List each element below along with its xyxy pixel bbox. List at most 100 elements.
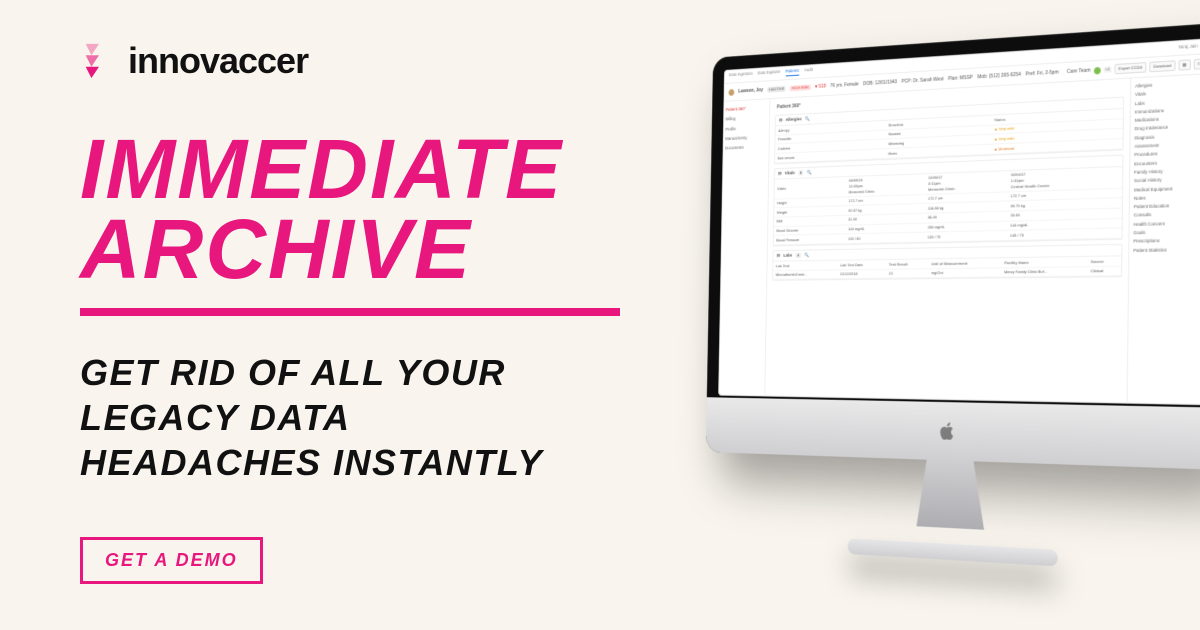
- imac-bezel: Data Ingestion Data Explorer Patients Au…: [706, 22, 1200, 470]
- right-nav-label: Family History: [1134, 169, 1163, 177]
- headline-underline: [80, 308, 620, 316]
- status-cell: ▲ Very mild: [991, 129, 1123, 145]
- right-nav-item[interactable]: Procedures2: [1134, 149, 1200, 160]
- care-team-label: Care Team: [1067, 67, 1091, 76]
- patient-actions: Care Team +2 Export CCDA Download ▦ ≡: [1067, 59, 1200, 77]
- pt-heart-icon: ♥ 518: [815, 83, 826, 90]
- nav-tab[interactable]: Data Explorer: [758, 69, 781, 78]
- right-nav-label: Notes: [1134, 195, 1146, 202]
- app-nav-tabs: Data Ingestion Data Explorer Patients Au…: [729, 67, 813, 80]
- col-h: Source: [1088, 256, 1122, 266]
- patient-mob: Mob: (512) 265-6254: [977, 71, 1021, 81]
- main-content: Patient 360° ⊟ Allergies 🔍: [765, 79, 1130, 404]
- vitals-count: 6: [798, 170, 803, 176]
- export-ccda-button[interactable]: Export CCDA: [1115, 62, 1147, 74]
- right-nav-item[interactable]: Allergies3: [1135, 78, 1200, 91]
- patient-plan: Plan: MSSP: [948, 74, 973, 82]
- right-nav-label: Patient Statistics: [1133, 247, 1167, 254]
- care-team-more[interactable]: +2: [1103, 66, 1111, 72]
- right-nav-item[interactable]: Vitals5: [1135, 87, 1200, 99]
- nav-tab[interactable]: Data Ingestion: [729, 71, 753, 80]
- right-nav-label: Medical Equipment: [1134, 186, 1173, 194]
- right-nav-item[interactable]: Medications7: [1135, 113, 1200, 125]
- search-icon[interactable]: 🔍: [804, 252, 809, 258]
- right-nav-item[interactable]: Immunizations1: [1135, 105, 1200, 117]
- brand-wordmark: innovaccer: [128, 40, 308, 82]
- right-nav-item[interactable]: Drug Intolerance: [1135, 122, 1200, 134]
- right-nav-label: Procedures: [1134, 152, 1157, 159]
- sub-line-2: legacy data: [80, 397, 351, 438]
- layout-toggle-list[interactable]: ≡: [1193, 59, 1200, 70]
- search-icon[interactable]: 🔍: [805, 116, 810, 122]
- right-nav-item[interactable]: Goals: [1133, 228, 1200, 238]
- imac-screen: Data Ingestion Data Explorer Patients Au…: [718, 38, 1200, 405]
- right-nav-label: Drug Intolerance: [1135, 125, 1168, 133]
- card-title: Vitals: [785, 170, 795, 176]
- layout-toggle-grid[interactable]: ▦: [1178, 60, 1190, 71]
- card-title: Allergies: [786, 116, 802, 123]
- status-cell: ▲ Moderate: [991, 139, 1123, 154]
- download-button[interactable]: Download: [1149, 61, 1175, 73]
- innovaccer-logo-mark: [80, 42, 118, 80]
- patient-name: Lawson, Joy: [738, 87, 763, 95]
- vitals-card: ⊟ Vitals 6 🔍 Vitals 08/05/1812:03pmMemor…: [773, 154, 1124, 246]
- right-nav-item[interactable]: Patient Statistics: [1133, 245, 1200, 255]
- account-area[interactable]: Niraj Jain ▾: [1179, 43, 1200, 51]
- right-nav-label: Prescriptions: [1133, 238, 1159, 245]
- right-nav-label: Labs: [1135, 100, 1145, 107]
- right-nav-item[interactable]: Patient Education: [1134, 201, 1200, 212]
- patient-pref: Pref: Fri, 2-5pm: [1026, 69, 1059, 78]
- subheadline: Get rid of all your legacy data headache…: [80, 350, 640, 485]
- collapse-icon[interactable]: ⊟: [777, 253, 780, 259]
- card-title: Labs: [783, 252, 792, 258]
- risk-badge: HIGH RISK: [790, 85, 811, 92]
- hero-copy: Immediate Archive Get rid of all your le…: [80, 130, 640, 485]
- right-nav-item[interactable]: Prescriptions: [1133, 236, 1200, 246]
- app-body: Patient 360° Billing Profile Manual Entr…: [718, 74, 1200, 405]
- right-nav-item[interactable]: Encounters4: [1134, 157, 1200, 168]
- col-h: Vitals: [774, 177, 846, 199]
- left-nav: Patient 360° Billing Profile Manual Entr…: [718, 99, 770, 396]
- get-demo-button[interactable]: Get a Demo: [80, 537, 263, 584]
- sub-line-1: Get rid of all your: [80, 352, 506, 393]
- sub-line-3: headaches instantly: [80, 442, 543, 483]
- right-nav-item[interactable]: Medical Equipment: [1134, 184, 1200, 195]
- right-nav-item[interactable]: Consults: [1134, 210, 1200, 220]
- patient-dob: DOB: 12/01/1943: [863, 79, 897, 88]
- col-h: 02/04/171:32pmCentral Health Center: [1008, 167, 1122, 192]
- right-nav-label: Diagnosis: [1135, 134, 1155, 141]
- account-name: Niraj Jain: [1179, 43, 1198, 51]
- headline-line-2: Archive: [80, 202, 472, 296]
- patient-pcp: PCP: Dr. Sarah West: [901, 76, 943, 85]
- right-nav-item[interactable]: Labs5: [1135, 96, 1200, 108]
- nav-tab-active[interactable]: Patients: [785, 68, 799, 77]
- right-nav-item[interactable]: Diagnosis3: [1134, 131, 1200, 143]
- imac-stand: [883, 438, 1020, 564]
- right-nav-label: Allergies: [1135, 83, 1152, 90]
- right-nav-label: Medications: [1135, 117, 1159, 125]
- right-nav-item[interactable]: Assessment: [1134, 140, 1200, 152]
- right-nav-label: Patient Education: [1134, 203, 1170, 211]
- right-nav-item[interactable]: Health Concern: [1134, 219, 1200, 229]
- collapse-icon[interactable]: ⊟: [778, 171, 781, 177]
- right-nav-label: Assessment: [1134, 143, 1159, 151]
- col-h: 12/06/173:11pmMemorial Clinic: [925, 171, 1008, 194]
- search-icon[interactable]: 🔍: [807, 169, 812, 175]
- patient-age: 76 yrs, Female: [830, 81, 859, 89]
- nav-tab[interactable]: Audit: [804, 67, 813, 75]
- right-nav-item[interactable]: Notes: [1134, 192, 1200, 203]
- right-nav-label: Immunizations: [1135, 108, 1164, 116]
- labs-card: ⊟ Labs 4 🔍 Lab Test Lab Test Date: [772, 244, 1122, 281]
- left-nav-item[interactable]: Documents: [725, 142, 766, 154]
- brand-logo: innovaccer: [80, 40, 308, 82]
- right-nav-item[interactable]: Social History3: [1134, 175, 1200, 186]
- col-h: Status: [991, 109, 1123, 125]
- collapse-icon[interactable]: ⊟: [779, 117, 782, 123]
- care-team-avatar[interactable]: [1093, 66, 1100, 74]
- labs-count: 4: [796, 253, 801, 258]
- device-stage: Data Ingestion Data Explorer Patients Au…: [630, 30, 1200, 610]
- status-cell: ▲ Very mild: [991, 119, 1123, 135]
- right-nav-label: Vitals: [1135, 92, 1146, 99]
- right-nav-item[interactable]: Family History3: [1134, 166, 1200, 177]
- col-h: Unit of Measurement: [929, 258, 1002, 268]
